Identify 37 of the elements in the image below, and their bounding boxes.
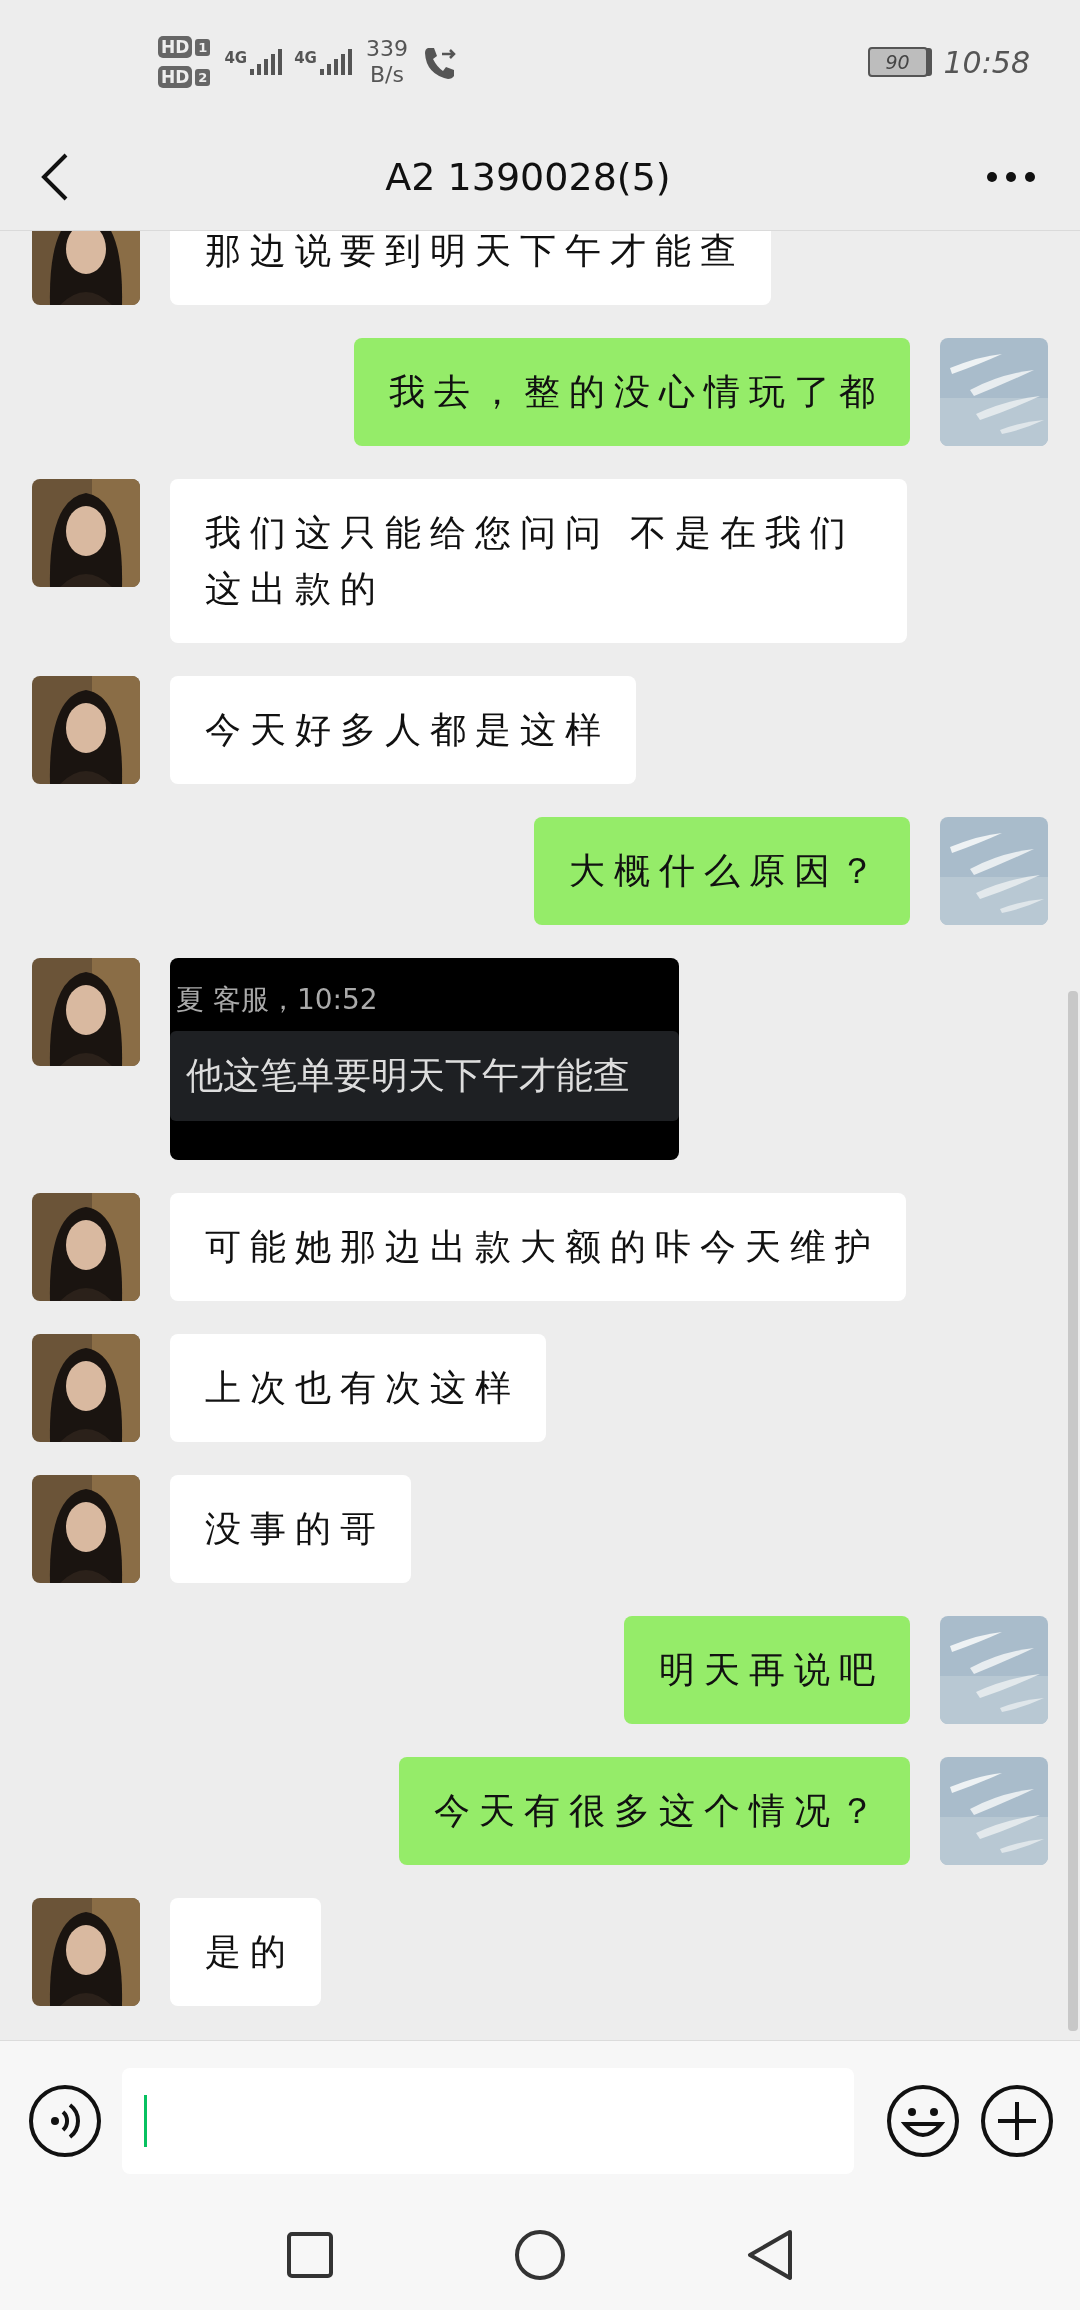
screenshot-image[interactable]: 夏 客服，10:52 他这笔单要明天下午才能查 xyxy=(170,958,679,1160)
scrollbar[interactable] xyxy=(1068,991,1078,2031)
sim-slot: 1 xyxy=(195,38,211,56)
signal-icon xyxy=(250,49,283,75)
sender-line: 夏 客服，10:52 xyxy=(175,982,379,1018)
message-bubble: 上次也有次这样 xyxy=(170,1334,546,1442)
sim-slot: 2 xyxy=(195,68,211,86)
message-bubble: 是的 xyxy=(170,1898,321,2006)
signal-icon xyxy=(319,49,352,75)
message-bubble: 我去，整的没心情玩了都 xyxy=(354,338,910,446)
message-bubble: 今天好多人都是这样 xyxy=(170,676,636,784)
back-icon[interactable] xyxy=(746,2229,794,2281)
message-bubble: 可能她那边出款大额的咔今天维护 xyxy=(170,1193,906,1301)
emoji-icon[interactable] xyxy=(886,2083,960,2158)
message-bubble: 他这笔单要明天下午才能查 xyxy=(170,1031,679,1121)
plus-icon[interactable] xyxy=(980,2083,1054,2158)
clock: 10:58 xyxy=(943,44,1030,80)
message-bubble: 我们这只能给您问问 不是在我们这出款的 xyxy=(170,479,907,643)
chat-title: A2 1390028(5) xyxy=(385,155,671,199)
message-bubble: 今天有很多这个情况？ xyxy=(399,1757,910,1865)
hd-badge: HD xyxy=(158,36,193,58)
back-icon[interactable] xyxy=(40,152,70,202)
network-type: 4G xyxy=(294,49,317,67)
speed-value: 339 xyxy=(365,36,408,62)
more-icon[interactable] xyxy=(986,171,1036,183)
message-bubble: 明天再说吧 xyxy=(624,1616,910,1724)
home-icon[interactable] xyxy=(514,2229,566,2281)
message-bubble: 大概什么原因？ xyxy=(534,817,910,925)
message-bubble: 那边说要到明天下午才能查 xyxy=(170,231,771,305)
speed-unit: B/s xyxy=(369,62,404,88)
message-input[interactable] xyxy=(122,2067,854,2174)
hd-badge: HD xyxy=(158,66,193,88)
message-bubble: 没事的哥 xyxy=(170,1475,411,1583)
network-type: 4G xyxy=(224,49,248,67)
battery-level: 90 xyxy=(885,51,910,73)
voice-icon[interactable] xyxy=(28,2083,102,2158)
recents-icon[interactable] xyxy=(286,2231,334,2279)
